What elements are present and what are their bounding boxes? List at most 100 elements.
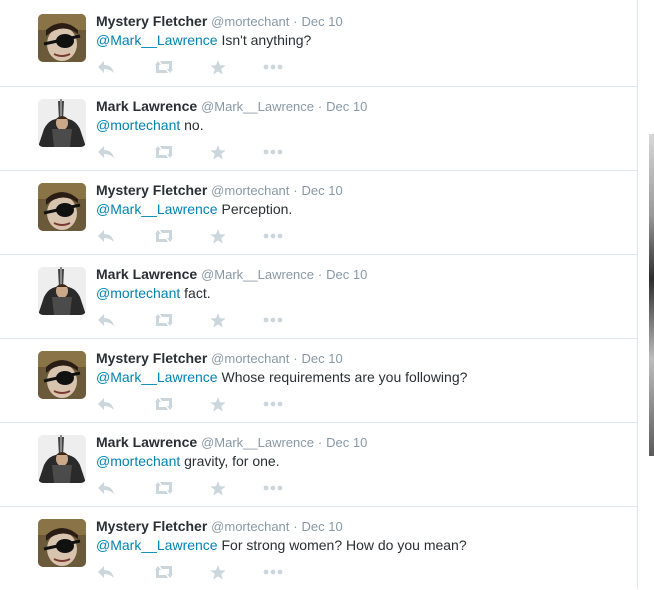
tweet-body: gravity, for one.: [180, 453, 280, 469]
tweet-body: Isn't anything?: [217, 32, 312, 48]
separator: ·: [293, 519, 298, 534]
tweet-actions: [96, 395, 284, 413]
separator: ·: [317, 99, 323, 114]
tweet[interactable]: Mystery Fletcher @mortechant · Dec 10 @M…: [0, 338, 637, 422]
avatar[interactable]: [38, 14, 86, 62]
tweet-actions: [96, 58, 284, 76]
author-handle[interactable]: @Mark__Lawrence: [201, 435, 314, 450]
author-name[interactable]: Mark Lawrence: [96, 266, 197, 282]
more-icon[interactable]: [262, 64, 284, 70]
tweet-body: Perception.: [217, 201, 293, 217]
author-handle[interactable]: @Mark__Lawrence: [201, 267, 314, 282]
author-handle[interactable]: @Mark__Lawrence: [201, 99, 314, 114]
author-handle[interactable]: @mortechant: [211, 14, 289, 29]
author-handle[interactable]: @mortechant: [211, 183, 289, 198]
separator: ·: [317, 267, 323, 282]
retweet-icon[interactable]: [152, 565, 176, 579]
author-name[interactable]: Mystery Fletcher: [96, 182, 207, 198]
tweet-actions: [96, 227, 284, 245]
star-icon[interactable]: [208, 396, 228, 412]
tweet-body: no.: [180, 117, 204, 133]
tweet-actions: [96, 479, 284, 497]
avatar[interactable]: [38, 351, 86, 399]
star-icon[interactable]: [208, 480, 228, 496]
star-icon[interactable]: [208, 228, 228, 244]
more-icon[interactable]: [262, 485, 284, 491]
tweet[interactable]: Mystery Fletcher @mortechant · Dec 10 @M…: [0, 170, 637, 254]
mention-link[interactable]: @mortechant: [96, 453, 180, 469]
mention-link[interactable]: @Mark__Lawrence: [96, 201, 218, 217]
reply-icon[interactable]: [96, 145, 116, 159]
retweet-icon[interactable]: [152, 145, 176, 159]
avatar[interactable]: [38, 99, 86, 147]
more-icon[interactable]: [262, 317, 284, 323]
tweet[interactable]: Mark Lawrence @Mark__Lawrence · Dec 10 @…: [0, 422, 637, 506]
tweet-date[interactable]: Dec 10: [302, 14, 343, 29]
tweet[interactable]: Mystery Fletcher @mortechant · Dec 10 @M…: [0, 0, 637, 86]
tweet-body: fact.: [180, 285, 211, 301]
mention-link[interactable]: @Mark__Lawrence: [96, 537, 218, 553]
retweet-icon[interactable]: [152, 313, 176, 327]
author-name[interactable]: Mystery Fletcher: [96, 518, 207, 534]
avatar[interactable]: [38, 267, 86, 315]
mention-link[interactable]: @Mark__Lawrence: [96, 369, 218, 385]
tweet-text: @Mark__Lawrence For strong women? How do…: [96, 536, 627, 554]
tweet-text: @Mark__Lawrence Isn't anything?: [96, 31, 627, 49]
tweet[interactable]: Mark Lawrence @Mark__Lawrence · Dec 10 @…: [0, 86, 637, 170]
star-icon[interactable]: [208, 564, 228, 580]
tweet-text: @mortechant fact.: [96, 284, 627, 302]
reply-icon[interactable]: [96, 481, 116, 495]
side-photo-strip: [649, 134, 654, 456]
tweet-date[interactable]: Dec 10: [302, 183, 343, 198]
tweet-text: @Mark__Lawrence Whose requirements are y…: [96, 368, 627, 386]
tweet[interactable]: Mark Lawrence @Mark__Lawrence · Dec 10 @…: [0, 254, 637, 338]
more-icon[interactable]: [262, 149, 284, 155]
more-icon[interactable]: [262, 401, 284, 407]
author-name[interactable]: Mystery Fletcher: [96, 350, 207, 366]
separator: ·: [293, 351, 298, 366]
reply-icon[interactable]: [96, 313, 116, 327]
tweet-actions: [96, 143, 284, 161]
star-icon[interactable]: [208, 312, 228, 328]
tweet-date[interactable]: Dec 10: [326, 267, 367, 282]
more-icon[interactable]: [262, 233, 284, 239]
reply-icon[interactable]: [96, 397, 116, 411]
separator: ·: [317, 435, 323, 450]
separator: ·: [293, 183, 298, 198]
tweet-date[interactable]: Dec 10: [326, 435, 367, 450]
tweet-date[interactable]: Dec 10: [326, 99, 367, 114]
author-name[interactable]: Mystery Fletcher: [96, 13, 207, 29]
tweet-timeline: Mystery Fletcher @mortechant · Dec 10 @M…: [0, 0, 638, 589]
author-name[interactable]: Mark Lawrence: [96, 434, 197, 450]
tweet-text: @Mark__Lawrence Perception.: [96, 200, 627, 218]
star-icon[interactable]: [208, 59, 228, 75]
author-handle[interactable]: @mortechant: [211, 519, 289, 534]
mention-link[interactable]: @Mark__Lawrence: [96, 32, 218, 48]
avatar[interactable]: [38, 519, 86, 567]
tweet[interactable]: Mystery Fletcher @mortechant · Dec 10 @M…: [0, 506, 637, 590]
tweet-date[interactable]: Dec 10: [302, 351, 343, 366]
reply-icon[interactable]: [96, 565, 116, 579]
tweet-body: Whose requirements are you following?: [217, 369, 468, 385]
author-name[interactable]: Mark Lawrence: [96, 98, 197, 114]
separator: ·: [293, 14, 298, 29]
mention-link[interactable]: @mortechant: [96, 285, 180, 301]
retweet-icon[interactable]: [152, 60, 176, 74]
reply-icon[interactable]: [96, 229, 116, 243]
star-icon[interactable]: [208, 144, 228, 160]
retweet-icon[interactable]: [152, 397, 176, 411]
tweet-actions: [96, 563, 284, 581]
mention-link[interactable]: @mortechant: [96, 117, 180, 133]
author-handle[interactable]: @mortechant: [211, 351, 289, 366]
tweet-text: @mortechant gravity, for one.: [96, 452, 627, 470]
reply-icon[interactable]: [96, 60, 116, 74]
tweet-body: For strong women? How do you mean?: [217, 537, 467, 553]
tweet-date[interactable]: Dec 10: [302, 519, 343, 534]
retweet-icon[interactable]: [152, 481, 176, 495]
avatar[interactable]: [38, 435, 86, 483]
more-icon[interactable]: [262, 569, 284, 575]
retweet-icon[interactable]: [152, 229, 176, 243]
tweet-actions: [96, 311, 284, 329]
tweet-text: @mortechant no.: [96, 116, 627, 134]
avatar[interactable]: [38, 183, 86, 231]
